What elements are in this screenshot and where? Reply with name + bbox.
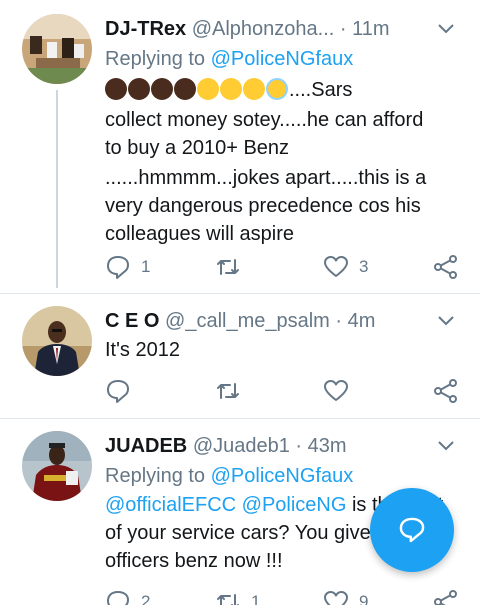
- avatar[interactable]: [22, 14, 92, 84]
- avatar[interactable]: [22, 306, 92, 376]
- separator-dot: ·: [335, 310, 343, 332]
- timestamp[interactable]: 4m: [348, 310, 376, 332]
- share-button[interactable]: [433, 252, 459, 282]
- joy-emoji-icon: [197, 78, 219, 100]
- reply-button[interactable]: 2: [105, 587, 150, 605]
- reply-icon: [107, 591, 129, 605]
- chevron-down-icon[interactable]: [436, 18, 456, 38]
- facepalm-emoji-icon: [174, 78, 196, 100]
- body-text-segment: ....Sars: [289, 79, 353, 101]
- tweet-text: It's 2012: [105, 336, 455, 364]
- compose-reply-button[interactable]: [370, 488, 454, 572]
- replying-prefix: Replying to: [105, 48, 206, 70]
- separator-dot: ·: [339, 18, 347, 40]
- thread-line: [56, 90, 58, 288]
- replying-to: Replying to @PoliceNGfaux: [105, 461, 353, 491]
- share-icon: [434, 379, 457, 403]
- tweet-header: C E O @_call_me_psalm · 4m: [105, 306, 375, 336]
- share-icon: [434, 590, 457, 605]
- body-line: It's 2012: [105, 339, 180, 361]
- facepalm-emoji-icon: [151, 78, 173, 100]
- joy-emoji-icon: [243, 78, 265, 100]
- heart-icon: [324, 256, 348, 277]
- sweat-smile-emoji-icon: [266, 78, 288, 100]
- tweet-actions: 1 3: [105, 252, 465, 282]
- reply-count: 2: [141, 592, 151, 605]
- display-name[interactable]: C E O: [105, 310, 159, 332]
- body-line: ......hmmmm...jokes apart.....this is a: [105, 167, 427, 189]
- user-handle[interactable]: @Alphonzoha...: [192, 18, 335, 40]
- mention-link[interactable]: @PoliceNG: [242, 494, 347, 516]
- tweet-header: JUADEB @Juadeb1 · 43m: [105, 431, 347, 461]
- tweet-text: ....Sars collect money sotey.....he can …: [105, 76, 455, 248]
- facepalm-emoji-icon: [128, 78, 150, 100]
- mention-link[interactable]: @PoliceNGfaux: [211, 465, 354, 487]
- reply-icon: [107, 256, 129, 279]
- heart-icon: [324, 591, 348, 605]
- compose-reply-icon: [399, 517, 425, 543]
- body-line: to buy a 2010+ Benz: [105, 137, 290, 159]
- retweet-button[interactable]: [215, 252, 251, 282]
- like-count: 3: [359, 257, 369, 276]
- like-button[interactable]: 9: [323, 587, 368, 605]
- like-button[interactable]: [323, 376, 359, 406]
- display-name[interactable]: JUADEB: [105, 435, 187, 457]
- reply-count: 1: [141, 257, 151, 276]
- tweet-header: DJ-TRex @Alphonzoha... · 11m: [105, 14, 390, 44]
- reply-button[interactable]: 1: [105, 252, 150, 282]
- reply-button[interactable]: [105, 376, 141, 406]
- share-button[interactable]: [433, 376, 459, 406]
- tweet-actions: [105, 376, 465, 406]
- like-button[interactable]: 3: [323, 252, 368, 282]
- like-count: 9: [359, 592, 369, 605]
- emoji-line: ....Sars: [105, 76, 455, 104]
- body-line: very dangerous precedence cos his: [105, 195, 421, 217]
- share-icon: [434, 255, 457, 279]
- separator-dot: ·: [295, 435, 303, 457]
- retweet-button[interactable]: [215, 376, 251, 406]
- reply-icon: [107, 380, 129, 403]
- facepalm-emoji-icon: [105, 78, 127, 100]
- replying-to: Replying to @PoliceNGfaux: [105, 44, 353, 74]
- chevron-down-icon[interactable]: [436, 435, 456, 455]
- retweet-icon: [217, 383, 239, 399]
- timestamp[interactable]: 43m: [308, 435, 347, 457]
- body-line: collect money sotey.....he can afford: [105, 109, 424, 131]
- body-line: colleagues will aspire: [105, 223, 294, 245]
- heart-icon: [324, 380, 348, 401]
- retweet-button[interactable]: 1: [215, 587, 260, 605]
- display-name[interactable]: DJ-TRex: [105, 18, 186, 40]
- tweet-dj-trex[interactable]: DJ-TRex @Alphonzoha... · 11m Replying to…: [0, 0, 480, 292]
- avatar[interactable]: [22, 431, 92, 501]
- rofl-emoji-icon: [220, 78, 242, 100]
- tweet-actions: 2 1 9: [105, 587, 465, 605]
- retweet-icon: [217, 594, 239, 605]
- replying-prefix: Replying to: [105, 465, 206, 487]
- user-handle[interactable]: @_call_me_psalm: [165, 310, 330, 332]
- tweet-ceo[interactable]: C E O @_call_me_psalm · 4m It's 2012: [0, 294, 480, 416]
- retweet-count: 1: [251, 592, 261, 605]
- share-button[interactable]: [433, 587, 459, 605]
- mention-link[interactable]: @PoliceNGfaux: [211, 48, 354, 70]
- user-handle[interactable]: @Juadeb1: [193, 435, 290, 457]
- chevron-down-icon[interactable]: [436, 310, 456, 330]
- timestamp[interactable]: 11m: [352, 18, 389, 40]
- mention-link[interactable]: @officialEFCC: [105, 494, 236, 516]
- retweet-icon: [217, 259, 239, 275]
